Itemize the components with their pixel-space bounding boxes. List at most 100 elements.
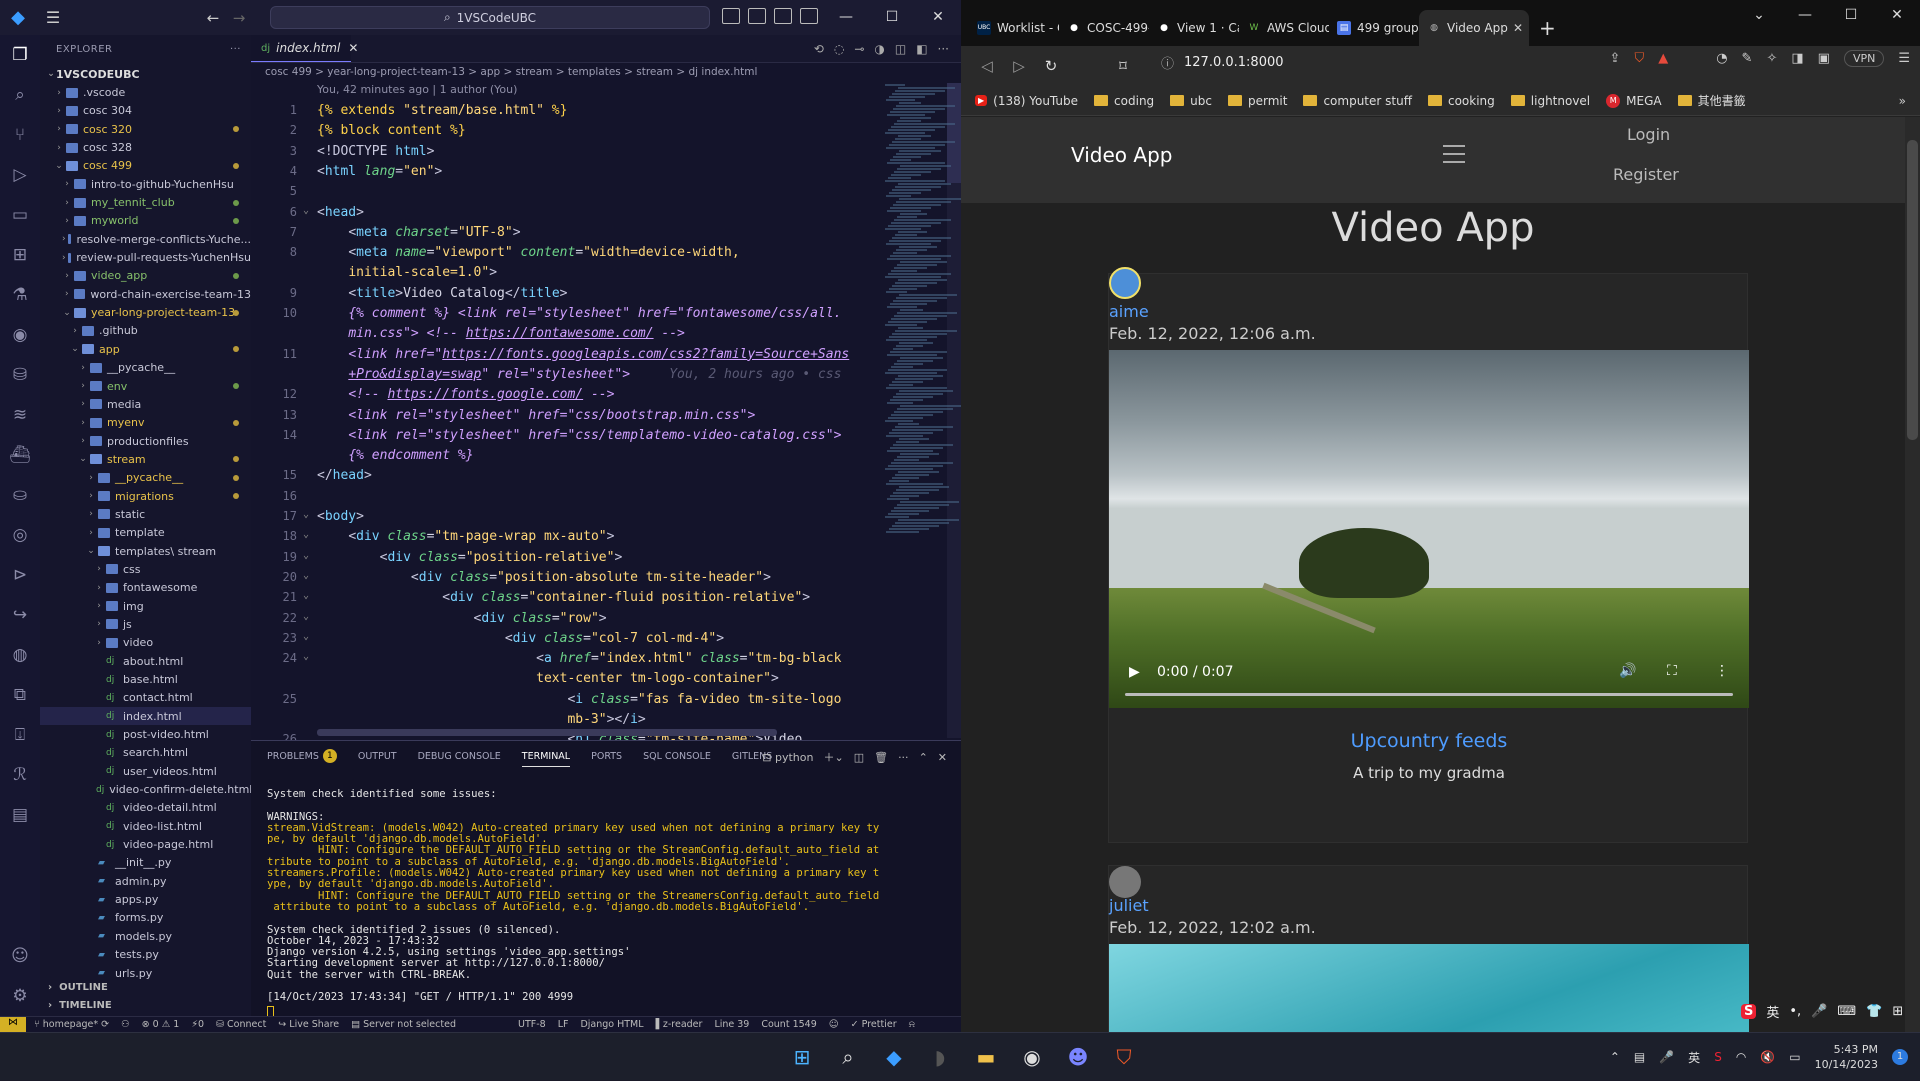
- prettier-status[interactable]: ✓ Prettier: [851, 1019, 897, 1030]
- branch-status[interactable]: ⑂ homepage* ⟳: [34, 1019, 109, 1030]
- hamburger-menu-icon[interactable]: [1443, 145, 1465, 163]
- maximize-panel-icon[interactable]: ⌃: [919, 751, 928, 764]
- play-icon[interactable]: ▶: [1129, 664, 1140, 680]
- tab-output[interactable]: OUTPUT: [358, 751, 397, 762]
- timeline-section[interactable]: › TIMELINE: [40, 996, 251, 1014]
- brave-browser-icon[interactable]: ⛉: [1108, 1041, 1140, 1073]
- sql-icon[interactable]: ⛀: [0, 475, 40, 515]
- fold-chevron-icon[interactable]: ⌄: [303, 509, 309, 520]
- bookmark-icon[interactable]: ⌑: [1107, 57, 1139, 75]
- horizontal-scrollbar[interactable]: [317, 729, 777, 736]
- testing-icon[interactable]: ⚗: [0, 275, 40, 315]
- line-status[interactable]: Line 39: [714, 1019, 749, 1030]
- new-tab-icon[interactable]: +: [1529, 16, 1566, 46]
- copilot-icon[interactable]: ☺: [829, 1019, 839, 1030]
- terminal-shell-label[interactable]: ⊡ python: [762, 751, 813, 764]
- tree-item[interactable]: › .vscode: [40, 83, 251, 101]
- notifications-icon[interactable]: ⍾: [909, 1019, 915, 1030]
- tree-item[interactable]: ▰ __init__.py: [40, 854, 251, 872]
- more-icon[interactable]: ···: [898, 751, 909, 764]
- tree-item[interactable]: ⌄ stream: [40, 450, 251, 468]
- tree-item[interactable]: ▰ tests.py: [40, 946, 251, 964]
- tree-item[interactable]: › __pycache__: [40, 469, 251, 487]
- tree-item[interactable]: ▰ apps.py: [40, 890, 251, 908]
- video-player[interactable]: ▶ 0:00 / 0:07 🔊 ⛶ ⋮: [1109, 350, 1749, 708]
- tree-item[interactable]: › cosc 320: [40, 120, 251, 138]
- sogou-tray-icon[interactable]: S: [1714, 1050, 1722, 1064]
- split-terminal-icon[interactable]: ◫: [854, 751, 864, 764]
- source-control-icon[interactable]: ⑂: [0, 115, 40, 155]
- fold-chevron-icon[interactable]: ⌄: [303, 631, 309, 642]
- username-link[interactable]: aime: [1109, 302, 1149, 321]
- bookmarks-overflow-icon[interactable]: »: [1899, 94, 1906, 108]
- sogou-icon[interactable]: S: [1741, 1004, 1757, 1019]
- site-info-icon[interactable]: ⓘ: [1161, 53, 1174, 72]
- tree-item[interactable]: › review-pull-requests-YuchenHsu: [40, 248, 251, 266]
- live-share-icon[interactable]: ↪: [0, 595, 40, 635]
- tree-item[interactable]: › __pycache__: [40, 359, 251, 377]
- vscode-taskbar-icon[interactable]: ◆: [878, 1041, 910, 1073]
- brave-shields-icon[interactable]: ⛉: [1634, 51, 1644, 66]
- tree-item[interactable]: dj video-confirm-delete.html: [40, 780, 251, 798]
- tree-item[interactable]: › migrations: [40, 487, 251, 505]
- username-link[interactable]: juliet: [1109, 896, 1149, 915]
- language-indicator[interactable]: 英: [1688, 1049, 1700, 1066]
- extension-icon-2[interactable]: ✎: [1742, 51, 1753, 66]
- bookmark-item[interactable]: M MEGA: [1606, 93, 1662, 108]
- database-icon[interactable]: ⛁: [0, 355, 40, 395]
- tree-item[interactable]: › video: [40, 634, 251, 652]
- connect-status[interactable]: ⛁ Connect: [216, 1019, 266, 1030]
- tree-item[interactable]: › template: [40, 524, 251, 542]
- ports-status[interactable]: ⚡0: [191, 1019, 204, 1030]
- layers-icon[interactable]: ≋: [0, 395, 40, 435]
- reload-icon[interactable]: ↻: [1035, 57, 1067, 75]
- browser-tab[interactable]: ◍ Video App ✕: [1419, 10, 1529, 46]
- browser-tab[interactable]: ● View 1 · Capst: [1149, 10, 1239, 46]
- fold-chevron-icon[interactable]: ⌄: [303, 590, 309, 601]
- tree-item[interactable]: dj post-video.html: [40, 725, 251, 743]
- blame-icon[interactable]: ◑: [874, 42, 884, 56]
- discord-icon[interactable]: ☻: [1062, 1041, 1094, 1073]
- fullscreen-icon[interactable]: ⛶: [1667, 663, 1677, 679]
- keyboard-icon[interactable]: ⌨: [1837, 1004, 1856, 1019]
- tree-item[interactable]: › intro-to-github-YuchenHsu: [40, 175, 251, 193]
- url-field[interactable]: ⓘ 127.0.0.1:8000: [1161, 48, 1551, 76]
- customize-layout-icon[interactable]: [800, 8, 818, 24]
- tab-ports[interactable]: PORTS: [591, 751, 622, 762]
- live-share-status[interactable]: ↪ Live Share: [278, 1019, 339, 1030]
- share-icon[interactable]: ⇪: [1610, 51, 1621, 66]
- tree-item[interactable]: › my_tennit_club: [40, 193, 251, 211]
- bookmark-item[interactable]: permit: [1228, 94, 1287, 108]
- toggle-primary-sidebar-icon[interactable]: [722, 8, 740, 24]
- video-player[interactable]: [1109, 944, 1749, 1032]
- browser-tab[interactable]: W AWS Cloud Co: [1239, 10, 1329, 46]
- mic-icon[interactable]: 🎤: [1811, 1004, 1827, 1019]
- user-avatar[interactable]: [1109, 866, 1141, 898]
- tree-item[interactable]: › productionfiles: [40, 432, 251, 450]
- git-commit-icon[interactable]: ⊸: [854, 42, 864, 56]
- split-editor-icon[interactable]: ◧: [916, 42, 927, 56]
- tree-item[interactable]: ▰ forms.py: [40, 909, 251, 927]
- new-terminal-icon[interactable]: ＋⌄: [823, 749, 843, 765]
- more-icon[interactable]: ···: [938, 42, 949, 56]
- preview-icon[interactable]: ◫: [895, 42, 906, 56]
- timeline-icon[interactable]: ⊳: [0, 555, 40, 595]
- fold-chevron-icon[interactable]: ⌄: [303, 205, 309, 216]
- json-icon[interactable]: ◍: [0, 635, 40, 675]
- close-icon[interactable]: ✕: [1874, 0, 1920, 30]
- video-more-icon[interactable]: ⋮: [1715, 663, 1729, 679]
- minimap[interactable]: [885, 83, 963, 738]
- tab-search-icon[interactable]: ⌄: [1736, 0, 1782, 30]
- chat-icon[interactable]: ▤: [0, 795, 40, 835]
- problems-status[interactable]: ⊗ 0 ⚠ 1: [142, 1019, 180, 1030]
- fold-chevron-icon[interactable]: ⌄: [303, 570, 309, 581]
- tree-item[interactable]: ⌄ cosc 499: [40, 157, 251, 175]
- notification-badge[interactable]: 1: [1892, 1049, 1908, 1065]
- tree-item[interactable]: dj contact.html: [40, 689, 251, 707]
- dependencies-icon[interactable]: ⧉: [0, 675, 40, 715]
- app-taskbar-icon[interactable]: ◗: [924, 1041, 956, 1073]
- tree-item[interactable]: › img: [40, 597, 251, 615]
- bookmark-item[interactable]: ▶ (138) YouTube: [975, 94, 1078, 108]
- tree-item[interactable]: ⌄ templates\ stream: [40, 542, 251, 560]
- account-icon[interactable]: ☺: [0, 936, 40, 976]
